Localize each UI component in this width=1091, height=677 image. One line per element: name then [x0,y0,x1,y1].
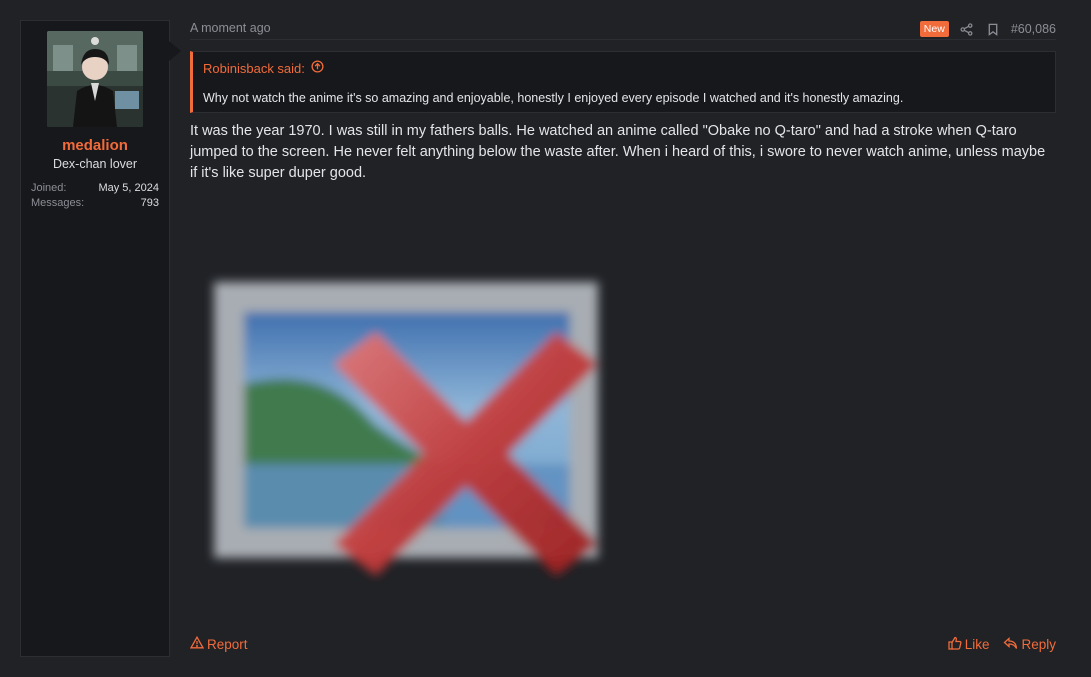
stat-joined: Joined: May 5, 2024 [31,181,159,196]
user-stats: Joined: May 5, 2024 Messages: 793 [31,181,159,211]
warning-triangle-icon [189,635,205,652]
post-date[interactable]: A moment ago [190,21,271,35]
sidebar-arrow [169,41,181,61]
stat-value: May 5, 2024 [98,182,159,194]
like-button[interactable]: Like [948,636,990,653]
reply-arrow-icon [1003,636,1018,653]
stat-messages: Messages: 793 [31,196,159,211]
footer-actions: Like Reply [948,636,1056,653]
report-label[interactable]: Report [207,637,248,652]
avatar[interactable] [47,31,143,127]
forum-post: medalion Dex-chan lover Joined: May 5, 2… [0,0,1091,677]
username[interactable]: medalion [21,137,169,154]
broken-image-icon[interactable] [204,254,624,624]
reply-button[interactable]: Reply [1003,636,1056,653]
quote-text: Why not watch the anime it's so amazing … [203,91,904,105]
post-header: A moment ago New #60,086 [190,20,1056,40]
user-sidebar: medalion Dex-chan lover Joined: May 5, 2… [20,20,181,657]
stat-label: Messages: [31,197,85,209]
post-footer: Report Like Reply [189,634,1056,654]
message-body: It was the year 1970. I was still in my … [190,123,1046,181]
share-icon[interactable] [959,21,975,37]
bookmark-icon[interactable] [985,21,1001,37]
quote-author[interactable]: Robinisback said: [203,61,305,76]
avatar-image [47,31,143,127]
like-label[interactable]: Like [965,637,990,652]
new-badge: New [919,21,949,37]
quote-title[interactable]: Robinisback said: [203,60,324,76]
post-header-actions: New #60,086 [919,20,1056,38]
post-main: A moment ago New #60,086 Robinisback sai… [189,20,1056,657]
user-title: Dex-chan lover [52,157,138,171]
post-number[interactable]: #60,086 [1011,22,1056,36]
thumbs-up-icon [948,636,962,653]
quote-block: Robinisback said: Why not watch the anim… [190,51,1056,113]
stat-value: 793 [140,197,159,209]
arrow-up-circle-icon[interactable] [311,60,324,76]
reply-label[interactable]: Reply [1021,637,1056,652]
stat-label: Joined: [31,182,67,194]
report-button[interactable]: Report [189,635,248,652]
